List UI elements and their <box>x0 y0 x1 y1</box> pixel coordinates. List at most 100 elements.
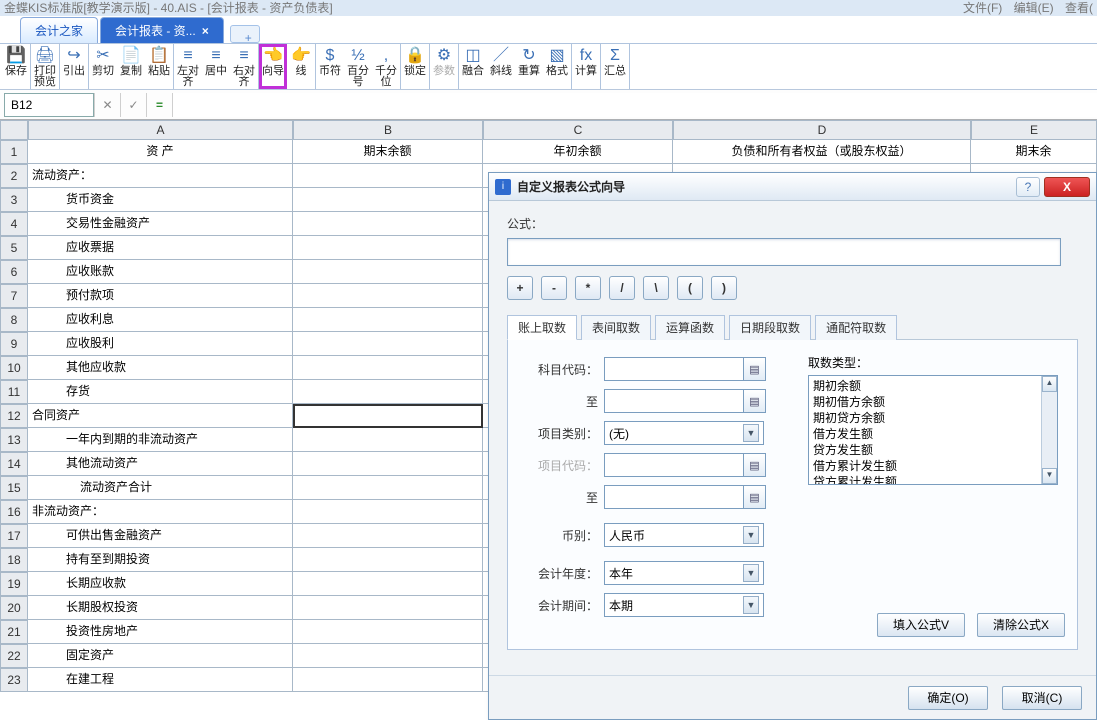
cell[interactable] <box>293 188 483 212</box>
menu-edit[interactable]: 编辑(E) <box>1014 1 1054 15</box>
cell[interactable]: 其他流动资产 <box>28 452 293 476</box>
cell[interactable]: 其他应收款 <box>28 356 293 380</box>
cell[interactable] <box>293 596 483 620</box>
cell[interactable]: 可供出售金融资产 <box>28 524 293 548</box>
row-header[interactable]: 5 <box>0 236 28 260</box>
header-cell[interactable]: 负债和所有者权益（或股东权益） <box>673 140 971 164</box>
cell[interactable]: 货币资金 <box>28 188 293 212</box>
column-header-A[interactable]: A <box>28 120 293 140</box>
scroll-down-icon[interactable]: ▼ <box>1042 468 1057 484</box>
toolbar-左对齐[interactable]: ≡左对齐 <box>174 44 202 89</box>
cell[interactable]: 一年内到期的非流动资产 <box>28 428 293 452</box>
cell[interactable]: 固定资产 <box>28 644 293 668</box>
toolbar-保存[interactable]: 💾保存 <box>2 44 30 89</box>
cell[interactable] <box>293 332 483 356</box>
cell[interactable] <box>293 668 483 692</box>
fetch-type-listbox[interactable]: 期初余额期初借方余额期初贷方余额借方发生额贷方发生额借方累计发生额贷方累计发生额… <box>808 375 1058 485</box>
column-header-C[interactable]: C <box>483 120 673 140</box>
cell[interactable]: 持有至到期投资 <box>28 548 293 572</box>
row-header[interactable]: 15 <box>0 476 28 500</box>
toolbar-粘贴[interactable]: 📋粘贴 <box>145 44 173 89</box>
cell[interactable]: 存货 <box>28 380 293 404</box>
operator-button-\[interactable]: \ <box>643 276 669 300</box>
item-code-input[interactable] <box>604 453 744 477</box>
cell[interactable]: 应收股利 <box>28 332 293 356</box>
fetch-type-item[interactable]: 借方累计发生额 <box>813 458 1053 474</box>
row-header[interactable]: 20 <box>0 596 28 620</box>
cell[interactable]: 合同资产 <box>28 404 293 428</box>
item-code-lookup-icon[interactable]: ▤ <box>744 453 766 477</box>
cancel-edit-icon[interactable]: ✕ <box>94 93 120 117</box>
toolbar-格式[interactable]: ▧格式 <box>543 44 571 89</box>
tab-accounting-report[interactable]: 会计报表 - 资... × <box>100 17 224 43</box>
row-header[interactable]: 14 <box>0 452 28 476</box>
cell[interactable]: 应收账款 <box>28 260 293 284</box>
formula-text-input[interactable] <box>507 238 1061 266</box>
cell[interactable]: 在建工程 <box>28 668 293 692</box>
cell[interactable] <box>293 620 483 644</box>
help-button[interactable]: ? <box>1016 177 1040 197</box>
fetch-type-item[interactable]: 期初借方余额 <box>813 394 1053 410</box>
toolbar-右对齐[interactable]: ≡右对齐 <box>230 44 258 89</box>
insert-formula-button[interactable]: 填入公式V <box>877 613 965 637</box>
cell[interactable]: 应收票据 <box>28 236 293 260</box>
operator-button-+[interactable]: + <box>507 276 533 300</box>
toolbar-复制[interactable]: 📄复制 <box>117 44 145 89</box>
toolbar-币符[interactable]: $币符 <box>316 44 344 89</box>
toolbar-千分位[interactable]: ,千分位 <box>372 44 400 89</box>
confirm-edit-icon[interactable]: ✓ <box>120 93 146 117</box>
formula-input[interactable] <box>172 93 1097 117</box>
period-select[interactable]: 本期 ▼ <box>604 593 764 617</box>
cell[interactable]: 应收利息 <box>28 308 293 332</box>
cell[interactable]: 流动资产： <box>28 164 293 188</box>
dialog-close-button[interactable]: X <box>1044 177 1090 197</box>
column-header-B[interactable]: B <box>293 120 483 140</box>
cancel-button[interactable]: 取消(C) <box>1002 686 1082 710</box>
row-header[interactable]: 23 <box>0 668 28 692</box>
toolbar-打印预览[interactable]: 🖨打印预览 <box>31 44 59 89</box>
row-header[interactable]: 12 <box>0 404 28 428</box>
fetch-tab[interactable]: 运算函数 <box>655 315 725 340</box>
fetch-tab[interactable]: 通配符取数 <box>815 315 897 340</box>
tab-accounting-home[interactable]: 会计之家 <box>20 17 98 43</box>
operator-button-*[interactable]: * <box>575 276 601 300</box>
row-header[interactable]: 1 <box>0 140 28 164</box>
select-all-corner[interactable] <box>0 120 28 140</box>
header-cell[interactable]: 年初余额 <box>483 140 673 164</box>
toolbar-引出[interactable]: ↪引出 <box>60 44 88 89</box>
cell[interactable] <box>293 572 483 596</box>
currency-select[interactable]: 人民币 ▼ <box>604 523 764 547</box>
cell[interactable]: 长期应收款 <box>28 572 293 596</box>
cell[interactable] <box>293 548 483 572</box>
cell[interactable]: 长期股权投资 <box>28 596 293 620</box>
toolbar-线[interactable]: 👉线 <box>287 44 315 89</box>
close-icon[interactable]: × <box>202 24 209 38</box>
toolbar-居中[interactable]: ≡居中 <box>202 44 230 89</box>
column-header-D[interactable]: D <box>673 120 971 140</box>
operator-button-)[interactable]: ) <box>711 276 737 300</box>
toolbar-剪切[interactable]: ✂剪切 <box>89 44 117 89</box>
cell-reference-box[interactable]: B12 <box>4 93 94 117</box>
row-header[interactable]: 21 <box>0 620 28 644</box>
row-header[interactable]: 9 <box>0 332 28 356</box>
cell[interactable] <box>293 380 483 404</box>
cell[interactable] <box>293 404 483 428</box>
cell[interactable] <box>293 212 483 236</box>
fetch-type-item[interactable]: 贷方累计发生额 <box>813 474 1053 485</box>
cell[interactable]: 流动资产合计 <box>28 476 293 500</box>
toolbar-锁定[interactable]: 🔒锁定 <box>401 44 429 89</box>
subject-code-input[interactable] <box>604 357 744 381</box>
row-header[interactable]: 19 <box>0 572 28 596</box>
item-type-select[interactable]: (无) ▼ <box>604 421 764 445</box>
cell[interactable] <box>293 308 483 332</box>
toolbar-重算[interactable]: ↻重算 <box>515 44 543 89</box>
row-header[interactable]: 7 <box>0 284 28 308</box>
cell[interactable]: 交易性金融资产 <box>28 212 293 236</box>
cell[interactable]: 预付款项 <box>28 284 293 308</box>
item-code-to-input[interactable] <box>604 485 744 509</box>
row-header[interactable]: 17 <box>0 524 28 548</box>
row-header[interactable]: 18 <box>0 548 28 572</box>
ok-button[interactable]: 确定(O) <box>908 686 988 710</box>
scroll-up-icon[interactable]: ▲ <box>1042 376 1057 392</box>
cell[interactable] <box>293 476 483 500</box>
